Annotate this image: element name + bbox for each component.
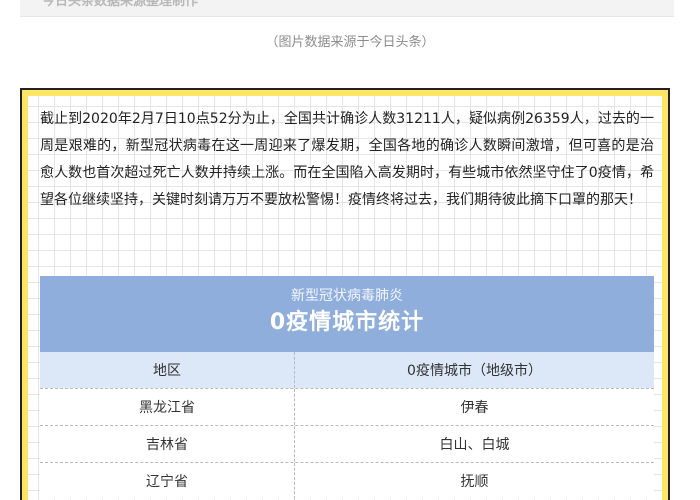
table-row: 黑龙江省 伊春	[40, 388, 654, 425]
image-source-caption: （图片数据来源于今日头条）	[265, 35, 435, 50]
top-image-banner: 今日头条数据来源整理制作	[20, 0, 674, 17]
cities-cell: 白山、白城	[439, 437, 510, 453]
article-page: 今日头条数据来源整理制作 （图片数据来源于今日头条） 截止到2020年2月7日1…	[0, 0, 700, 500]
region-cell: 吉林省	[40, 426, 295, 462]
column-header-region: 地区	[40, 352, 295, 388]
top-banner-text: 今日头条数据来源整理制作	[42, 0, 199, 9]
table-header-banner: 新型冠状病毒肺炎 0疫情城市统计	[40, 276, 654, 352]
cities-cell: 伊春	[460, 400, 489, 416]
cities-cell: 抚顺	[460, 474, 489, 490]
column-header-cities: 0疫情城市（地级市）	[407, 363, 542, 379]
table-subtitle: 新型冠状病毒肺炎	[291, 288, 403, 304]
region-cell: 黑龙江省	[40, 389, 295, 425]
region-cell: 辽宁省	[40, 463, 295, 499]
table-row: 辽宁省 抚顺	[40, 462, 654, 499]
table-row: 吉林省 白山、白城	[40, 425, 654, 462]
intro-paragraph: 截止到2020年2月7日10点52分为止，全国共计确诊人数31211人，疑似病例…	[40, 111, 654, 208]
content-card: 截止到2020年2月7日10点52分为止，全国共计确诊人数31211人，疑似病例…	[20, 88, 670, 500]
table-title: 0疫情城市统计	[269, 310, 425, 335]
table-column-header-row: 地区 0疫情城市（地级市）	[40, 352, 654, 388]
zero-case-city-table: 新型冠状病毒肺炎 0疫情城市统计 地区 0疫情城市（地级市） 黑龙江省 伊春 吉…	[40, 276, 654, 499]
